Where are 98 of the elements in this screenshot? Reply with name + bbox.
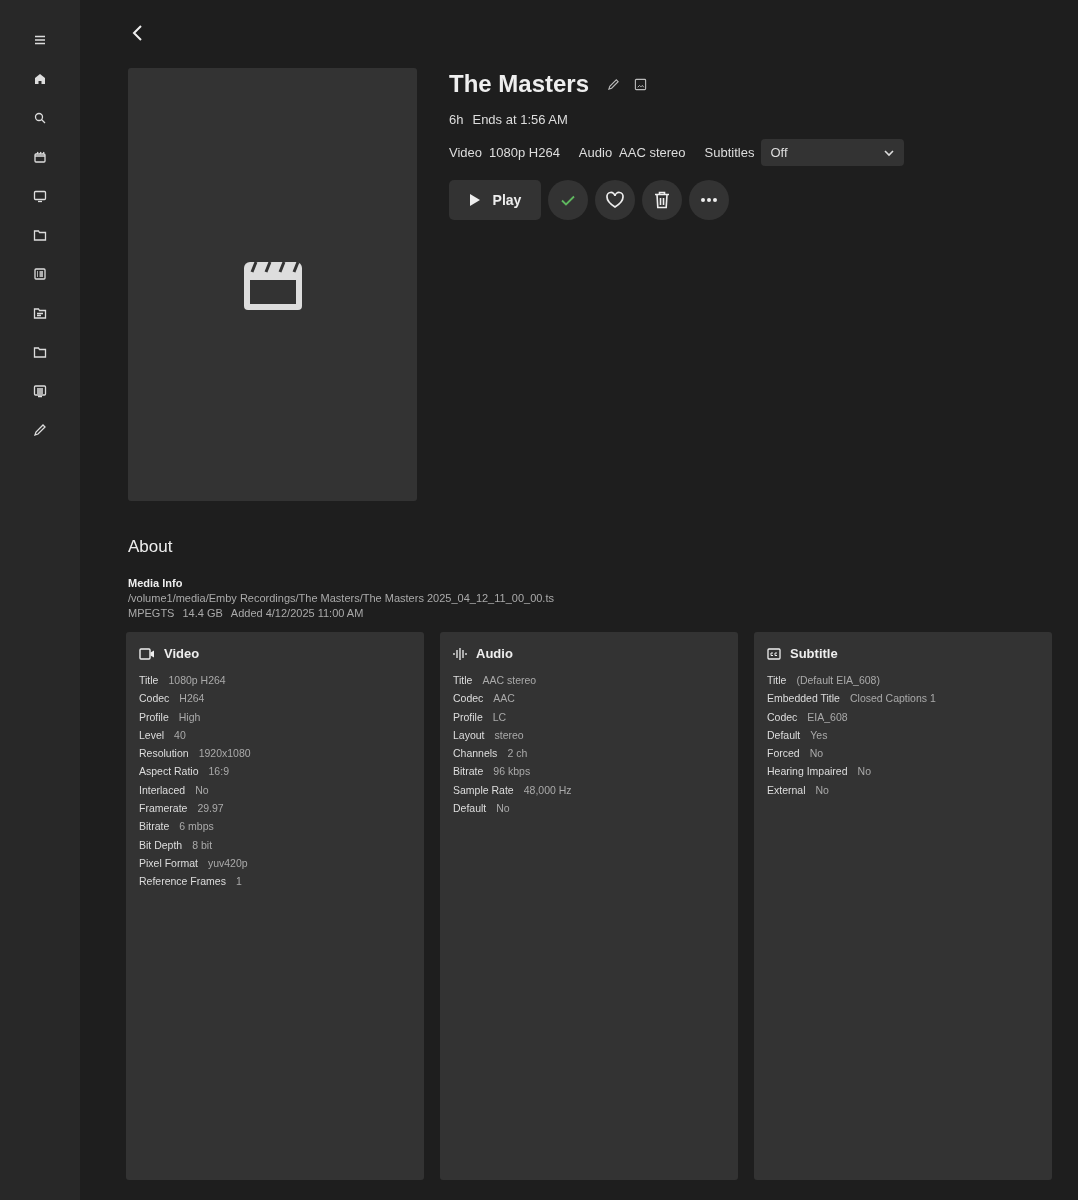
play-icon [468, 193, 481, 207]
property-value: 96 kbps [493, 764, 531, 780]
property-label: Profile [453, 709, 483, 725]
property-value: 1080p H264 [168, 673, 226, 688]
property-label: Pixel Format [139, 855, 198, 871]
media-detail: Added 4/12/2025 11:00 AM [230, 607, 364, 619]
card-title: Subtitle [790, 646, 838, 661]
property-value: 16:9 [208, 764, 229, 780]
chevron-down-icon [883, 148, 896, 157]
property-value: 40 [174, 727, 186, 743]
property-value: AAC stereo [482, 673, 537, 688]
property-value: LC [492, 709, 507, 725]
item-title: The Masters [449, 70, 590, 98]
search-icon [33, 111, 47, 125]
image-icon [634, 77, 648, 91]
property-value: Yes [810, 727, 828, 743]
stream-value: 1080p H264 [489, 145, 560, 160]
property-value: No [809, 746, 824, 762]
closed-captions-icon [767, 647, 781, 660]
property-value: No [496, 801, 510, 817]
more-icon [700, 197, 718, 203]
property-label: Level [139, 727, 165, 743]
property-value: H264 [179, 691, 205, 707]
property-value: No [815, 782, 829, 798]
play-button[interactable]: Play [449, 180, 541, 220]
property-label: Sample Rate [453, 782, 514, 798]
property-value: stereo [494, 727, 524, 743]
property-value: 8 bit [192, 837, 213, 853]
property-label: Channels [453, 746, 498, 762]
property-label: Title [139, 673, 159, 688]
file-path: /volume1/media/Emby Recordings/The Masters/The Masters 2025_04_12_11_00_00.ts [128, 592, 555, 604]
property-value: 6 mbps [179, 819, 214, 835]
card-title: Video [164, 646, 200, 661]
folder-icon [33, 228, 47, 242]
property-label: Hearing Impaired [767, 764, 848, 780]
stream-value: AAC stereo [619, 145, 686, 160]
media-detail: MPEGTS [128, 607, 175, 619]
pencil-icon [607, 77, 621, 91]
property-label: Embedded Title [767, 691, 840, 707]
video-camera-icon [139, 647, 155, 660]
stream-label: Audio [578, 145, 613, 160]
property-value: EIA_608 [807, 709, 848, 725]
property-value: Closed Captions 1 [849, 691, 936, 707]
property-label: Reference Frames [139, 874, 226, 890]
property-label: Title [767, 673, 787, 688]
property-label: Profile [139, 709, 169, 725]
more-button[interactable] [689, 180, 729, 220]
property-value: 1920x1080 [198, 746, 251, 762]
media-detail: 14.4 GB [182, 607, 223, 619]
back-icon [130, 23, 144, 43]
property-label: Codec [139, 691, 170, 707]
pencil-icon [33, 423, 47, 437]
property-label: Default [767, 727, 801, 743]
menu-icon [33, 33, 47, 47]
monitor-icon [33, 384, 47, 398]
property-label: Codec [453, 691, 484, 707]
property-label: Bitrate [139, 819, 170, 835]
property-value: 48,000 Hz [523, 782, 572, 798]
property-label: Framerate [139, 801, 188, 817]
property-label: Codec [767, 709, 798, 725]
property-label: Layout [453, 727, 485, 743]
property-value: 2 ch [507, 746, 528, 762]
property-value: AAC [493, 691, 515, 707]
clapperboard-icon [33, 150, 47, 164]
property-label: Resolution [139, 746, 189, 762]
folder-icon [33, 306, 47, 320]
stream-label: Video [449, 145, 482, 160]
waveform-icon [453, 646, 467, 661]
runtime: 6h [449, 112, 464, 127]
card-title: Audio [476, 646, 513, 661]
monitor-icon [33, 189, 47, 203]
home-icon [33, 72, 47, 86]
end-time: Ends at 1:56 AM [472, 112, 568, 127]
played-button[interactable] [548, 180, 588, 220]
media-info-heading: Media Info [128, 577, 184, 589]
property-label: Aspect Ratio [139, 764, 199, 780]
subtitles-dropdown[interactable]: Off [761, 139, 905, 166]
folder-icon [33, 345, 47, 359]
property-label: Bitrate [453, 764, 484, 780]
property-value: No [195, 782, 209, 798]
property-label: Default [453, 801, 487, 817]
property-label: Bit Depth [139, 837, 183, 853]
property-label: External [767, 782, 806, 798]
property-label: Interlaced [139, 782, 186, 798]
property-value: (Default EIA_608) [796, 673, 880, 688]
delete-button[interactable] [642, 180, 682, 220]
list-icon [33, 267, 47, 281]
property-value: 29.97 [197, 801, 224, 817]
trash-icon [654, 191, 670, 209]
property-label: Forced [767, 746, 800, 762]
property-label: Title [453, 673, 473, 688]
property-value: yuv420p [207, 855, 248, 871]
property-value: No [857, 764, 871, 780]
property-value: High [178, 709, 201, 725]
section-heading: About [128, 537, 174, 557]
favorite-button[interactable] [595, 180, 635, 220]
subtitles-label: Subtitles [704, 145, 755, 160]
property-value: 1 [235, 874, 242, 890]
